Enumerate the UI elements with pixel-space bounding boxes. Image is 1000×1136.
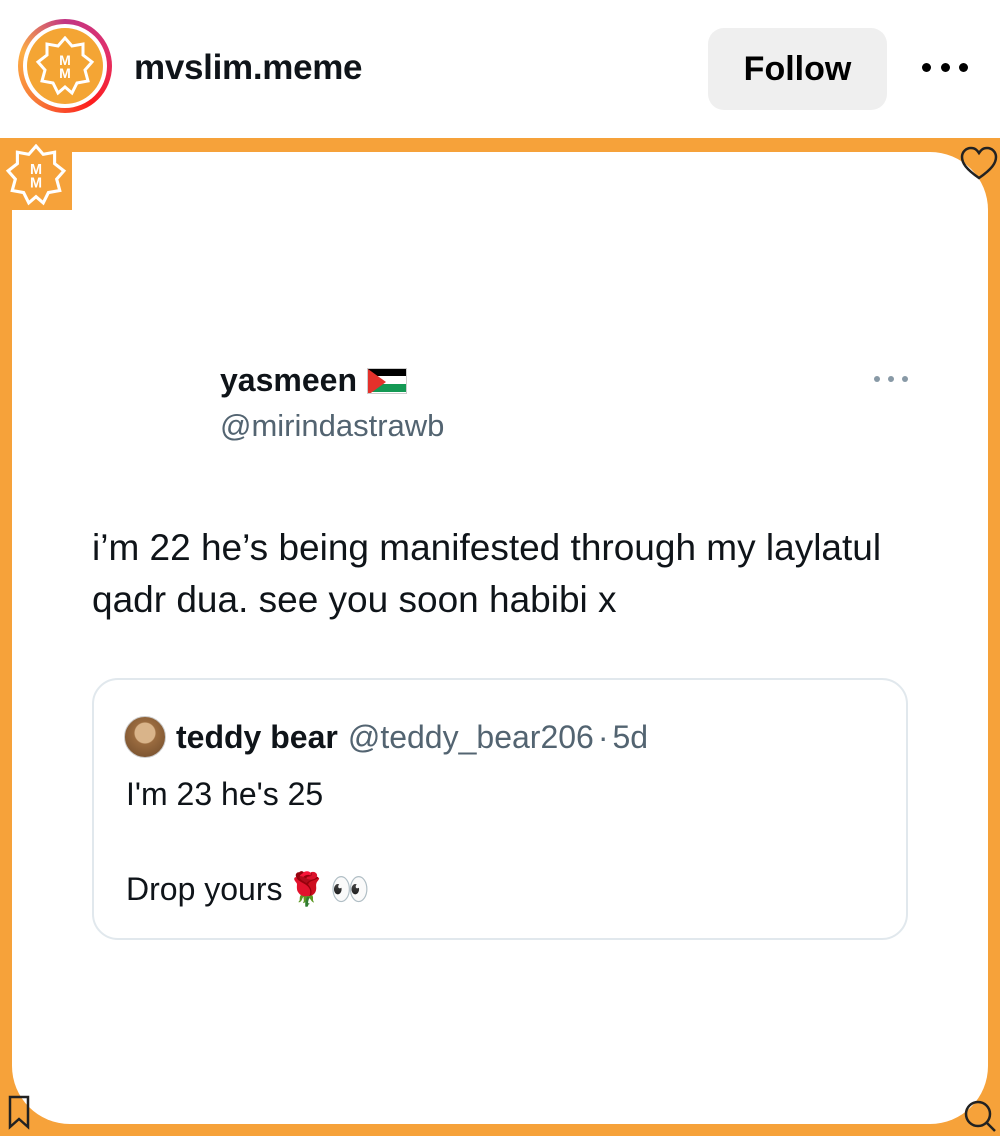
- tweet-more-icon: [874, 372, 908, 386]
- tweet-author-name: yasmeen: [220, 362, 407, 399]
- quoted-tweet-header: teddy bear @teddy_bear206 · 5d: [124, 716, 648, 758]
- quoted-text-drop-yours: Drop yours: [126, 870, 283, 907]
- quoted-handle: @teddy_bear206: [347, 718, 594, 755]
- account-username[interactable]: mvslim.meme: [134, 48, 363, 88]
- eyes-emoji: 👀: [330, 871, 371, 907]
- follow-button[interactable]: Follow: [708, 28, 887, 110]
- quoted-avatar: [124, 716, 166, 758]
- quoted-separator: ·: [597, 718, 609, 755]
- rose-emoji: 🌹: [286, 871, 327, 907]
- quoted-age: 5d: [612, 718, 649, 755]
- search-icon[interactable]: [962, 1098, 998, 1134]
- quoted-text-line2: Drop yours 🌹 👀: [126, 870, 370, 908]
- quoted-tweet: teddy bear @teddy_bear206 · 5d I'm 23 he's…: [92, 678, 908, 940]
- more-options-icon[interactable]: [922, 55, 968, 79]
- tweet-text: i’m 22 he’s being manifested through my …: [92, 527, 882, 620]
- tweet-handle: @mirindastrawb: [220, 408, 445, 443]
- brand-logo-icon: M M: [27, 28, 103, 104]
- quoted-display-name: teddy bear: [176, 718, 338, 755]
- svg-text:M: M: [59, 65, 71, 81]
- brand-logo-icon: M M: [0, 140, 72, 210]
- account-avatar[interactable]: M M: [18, 19, 112, 113]
- heart-icon[interactable]: [960, 146, 998, 182]
- post-card: [12, 152, 988, 1124]
- quoted-text-line1: I'm 23 he's 25: [126, 776, 324, 812]
- svg-text:M: M: [30, 175, 42, 191]
- bookmark-icon[interactable]: [6, 1094, 32, 1130]
- tweet-display-name: yasmeen: [220, 362, 357, 398]
- post-header: M M mvslim.meme Follow: [0, 0, 1000, 138]
- palestine-flag-icon: [366, 367, 407, 394]
